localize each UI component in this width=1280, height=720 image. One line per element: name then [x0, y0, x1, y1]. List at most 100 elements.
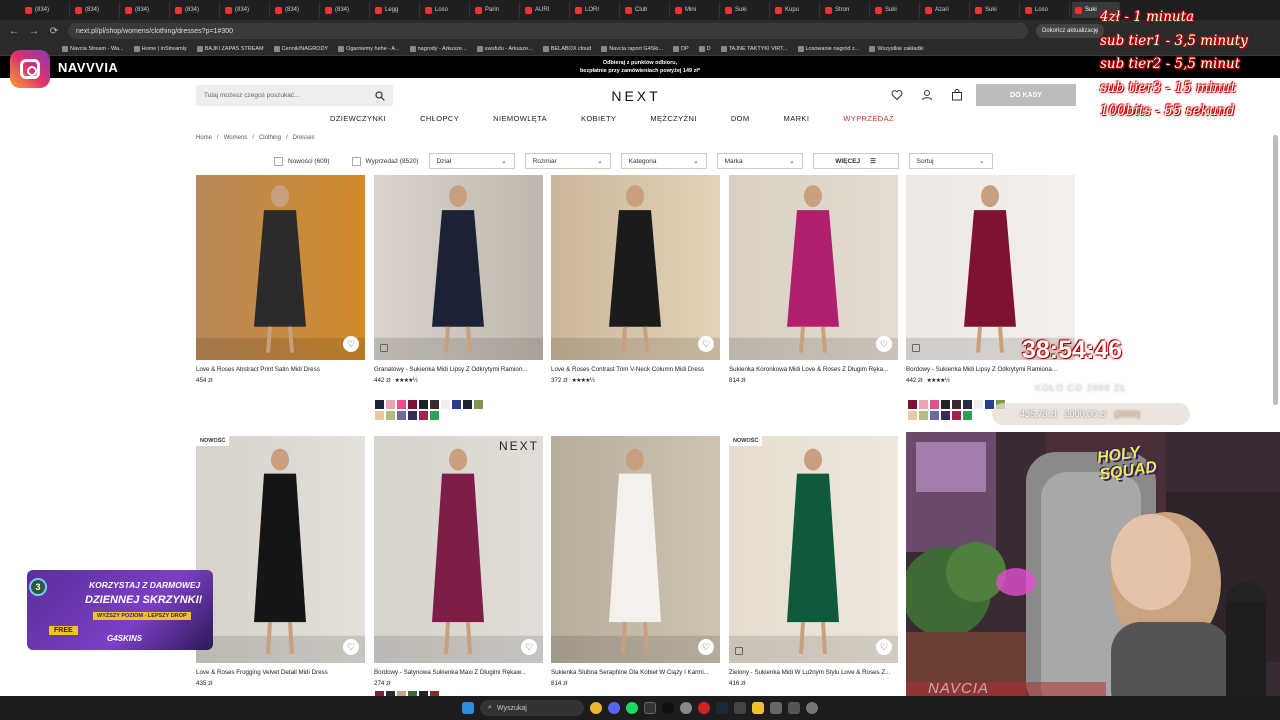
folder-icon[interactable]	[752, 702, 764, 714]
product-title[interactable]: Sukienka Koronkowa Midi Love & Roses Z D…	[729, 366, 898, 373]
browser-tab[interactable]: Loso	[422, 2, 470, 18]
color-swatch[interactable]	[386, 400, 395, 409]
color-swatch[interactable]	[941, 411, 950, 420]
camera-icon[interactable]	[912, 344, 920, 352]
color-swatch[interactable]	[952, 400, 961, 409]
heart-icon[interactable]	[891, 89, 903, 101]
browser-tab[interactable]: AURI	[522, 2, 570, 18]
bookmark-item[interactable]: BELABOX cloud	[542, 45, 591, 52]
nav-item[interactable]: WYPRZEDAŻ	[843, 114, 894, 123]
page-scrollbar[interactable]	[1273, 135, 1278, 405]
bookmark-item[interactable]: Wszystkie zakładki	[869, 45, 923, 52]
bookmark-item[interactable]: nagrody - Arkusze...	[409, 45, 467, 52]
browser-tab[interactable]: Club	[622, 2, 670, 18]
checkbox-box[interactable]	[274, 156, 283, 166]
nav-item[interactable]: DOM	[731, 114, 750, 123]
bookmark-item[interactable]: D	[698, 45, 711, 52]
favourite-heart-icon[interactable]: ♡	[698, 336, 714, 352]
product-image[interactable]: NOWOŚĆ ♡	[729, 436, 898, 663]
browser-tab[interactable]: Azari	[922, 2, 970, 18]
forward-icon[interactable]: →	[28, 26, 40, 37]
nav-item[interactable]: MĘŻCZYŹNI	[650, 114, 697, 123]
bookmark-item[interactable]: Losowanie nagród z...	[797, 45, 859, 52]
color-swatches[interactable]	[375, 400, 485, 420]
bookmark-item[interactable]: uwufufu - Arkusze...	[476, 45, 533, 52]
color-swatch[interactable]	[908, 400, 917, 409]
color-swatch[interactable]	[397, 400, 406, 409]
breadcrumb-link[interactable]: Dresses	[293, 135, 315, 141]
obs-icon[interactable]	[644, 702, 656, 714]
bookmark-item[interactable]: DP	[672, 45, 689, 52]
chrome-icon[interactable]	[590, 702, 602, 714]
color-swatch[interactable]	[930, 411, 939, 420]
product-image[interactable]: ♡	[729, 175, 898, 360]
color-swatch[interactable]	[397, 411, 406, 420]
product-card[interactable]: NEXT ♡ Bordowy - Satynowa Sukienka Maxi Z …	[374, 436, 543, 687]
product-title[interactable]: Sukienka Ślubna Seraphine Dla Kobiet W C…	[551, 669, 720, 676]
browser-tab[interactable]: Stron	[822, 2, 870, 18]
product-card[interactable]: ♡ Sukienka Koronkowa Midi Love & Roses Z …	[729, 175, 898, 384]
color-swatch[interactable]	[919, 400, 928, 409]
bookmark-item[interactable]: Ogarniemy hehe - A...	[338, 45, 400, 52]
color-swatch[interactable]	[963, 411, 972, 420]
search-input[interactable]: Tutaj możesz czegoś poszukać...	[196, 85, 393, 106]
spotify-icon[interactable]	[626, 702, 638, 714]
color-swatch[interactable]	[452, 400, 461, 409]
favourite-heart-icon[interactable]: ♡	[698, 639, 714, 655]
product-title[interactable]: Love & Roses Frogging Velvet Detail Midi…	[196, 669, 365, 676]
taskbar-search[interactable]: ⌕ Wyszukaj	[480, 700, 584, 716]
favourite-heart-icon[interactable]: ♡	[876, 336, 892, 352]
more-filters-button[interactable]: WIĘCEJ ☰	[812, 153, 899, 169]
department-select[interactable]: Dział ⌄	[428, 153, 515, 169]
category-select[interactable]: Kategoria ⌄	[620, 153, 707, 169]
color-swatch[interactable]	[430, 400, 439, 409]
back-icon[interactable]: ←	[8, 26, 20, 37]
breadcrumb-link[interactable]: Clothing	[259, 135, 281, 141]
product-image[interactable]	[374, 175, 543, 360]
product-card[interactable]: ♡ Love & Roses Abstract Print Satin Midi …	[196, 175, 365, 384]
bag-icon[interactable]	[951, 89, 963, 101]
favourite-heart-icon[interactable]: ♡	[343, 336, 359, 352]
product-card[interactable]: NOWOŚĆ ♡ Love & Roses Frogging Velvet Deta…	[196, 436, 365, 687]
nav-item[interactable]: CHŁOPCY	[420, 114, 459, 123]
product-image[interactable]: ♡	[551, 175, 720, 360]
nav-item[interactable]: DZIEWCZYNKI	[330, 114, 386, 123]
epic-icon[interactable]	[734, 702, 746, 714]
tiktok-icon[interactable]	[662, 702, 674, 714]
browser-tab[interactable]: Kupu	[772, 2, 820, 18]
sort-select[interactable]: Sortuj ⌄	[908, 153, 993, 169]
color-swatch[interactable]	[463, 400, 472, 409]
color-swatch[interactable]	[930, 400, 939, 409]
product-image[interactable]: NEXT ♡	[374, 436, 543, 663]
breadcrumb-link[interactable]: Womens	[224, 135, 248, 141]
color-swatch[interactable]	[974, 400, 983, 409]
bookmark-item[interactable]: BAJKI ZAPAS STREAM	[196, 45, 264, 52]
app-icon[interactable]	[806, 702, 818, 714]
product-image[interactable]: NOWOŚĆ ♡	[196, 436, 365, 663]
checkbox-box[interactable]	[351, 156, 361, 166]
camera-icon[interactable]	[735, 647, 743, 655]
settings-icon[interactable]	[770, 702, 782, 714]
browser-tab[interactable]: (834)	[272, 2, 320, 18]
product-title[interactable]: Bordowy - Satynowa Sukienka Maxi Z Długi…	[374, 669, 543, 676]
product-card[interactable]: ♡ Love & Roses Contrast Trim V-Neck Colum…	[551, 175, 720, 384]
checkout-button[interactable]: DO KASY	[976, 84, 1076, 106]
browser-tab[interactable]: Suki	[872, 2, 920, 18]
favourite-heart-icon[interactable]: ♡	[521, 639, 537, 655]
color-swatch[interactable]	[963, 400, 972, 409]
browser-tab[interactable]: LORI	[572, 2, 620, 18]
color-swatch[interactable]	[419, 400, 428, 409]
browser-tab[interactable]: Suki	[972, 2, 1020, 18]
brand-select[interactable]: Marka ⌄	[716, 153, 803, 169]
reload-icon[interactable]: ⟳	[48, 26, 60, 37]
nav-item[interactable]: KOBIETY	[581, 114, 616, 123]
browser-tab[interactable]: Legg	[372, 2, 420, 18]
color-swatch[interactable]	[375, 400, 384, 409]
account-icon[interactable]	[921, 89, 933, 101]
color-swatch[interactable]	[375, 411, 384, 420]
product-image[interactable]: ♡	[196, 175, 365, 360]
product-title[interactable]: Bordowy - Sukienka Midi Lipsy Z Odkrytym…	[906, 366, 1075, 373]
product-title[interactable]: Granatowy - Sukienka Midi Lipsy Z Odkryt…	[374, 366, 543, 373]
steam-icon[interactable]	[716, 702, 728, 714]
product-card[interactable]: ♡ Sukienka Ślubna Seraphine Dla Kobiet W …	[551, 436, 720, 687]
